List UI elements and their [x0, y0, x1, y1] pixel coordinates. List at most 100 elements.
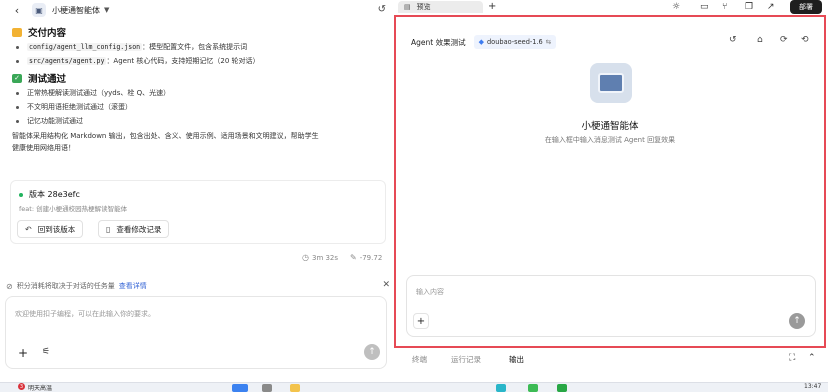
- list-item: 不文明用语拒绝测试通过（滚蛋）: [12, 100, 388, 114]
- duration-stat: ◷ 3m 32s: [302, 253, 338, 262]
- tab-run-log[interactable]: 运行记录: [451, 354, 481, 365]
- version-label: 版本 28e3efc: [29, 190, 80, 199]
- history-icon[interactable]: ↺: [729, 35, 737, 45]
- rollback-button[interactable]: ↶ 回到该版本: [17, 220, 84, 238]
- agent-display-name: 小梗通智能体: [581, 121, 639, 132]
- summary-line: 智能体采用结构化 Markdown 输出，包含出处、含义、使用示例、适用场景和文…: [12, 132, 319, 140]
- add-attachment-icon[interactable]: +: [18, 346, 28, 360]
- bullet-icon: [16, 45, 19, 49]
- inline-code: src/agents/agent.py: [27, 57, 107, 65]
- agent-test-frame: Agent 效果测试 ◆ doubao-seed-1.6 ⇆ ↺ ⌂ ⟳ ⟲ 小…: [394, 15, 826, 348]
- summary-line: 健康使用网络用语！: [12, 144, 75, 152]
- expand-icon[interactable]: ⛶: [789, 353, 795, 363]
- undo-icon: ↶: [25, 224, 32, 234]
- chat-input-placeholder[interactable]: 欢迎使用扣子编程，可以在此输入你的要求。: [15, 309, 155, 319]
- model-name: doubao-seed-1.6: [486, 38, 543, 46]
- folder-outline-icon[interactable]: ▭: [700, 2, 709, 12]
- preview-panel: ▤ 预览 + ☼ ▭ ⑂ ❐ ↗ 部署 Agent 效果测试 ◆ doubao-…: [392, 0, 828, 382]
- bullet-icon: [16, 105, 19, 109]
- reset-icon[interactable]: ⟲: [801, 35, 809, 45]
- chat-panel: ‹ ▣ 小梗通智能体 ▼ ↺ 交付内容 config/agent_llm_con…: [0, 0, 392, 382]
- agent-test-header: Agent 效果测试 ◆ doubao-seed-1.6 ⇆: [411, 35, 557, 49]
- rollback-button-label: 回到该版本: [37, 224, 76, 234]
- search-icon[interactable]: [262, 384, 272, 392]
- document-icon: ▯: [106, 224, 111, 234]
- version-card: 版本 28e3efc feat: 创建小梗通校园热梗解读智能体 ↶ 回到该版本 …: [10, 180, 386, 244]
- test-input-box[interactable]: 输入内容 + ↑: [406, 275, 816, 337]
- section-heading-deliverables: 交付内容: [12, 24, 388, 40]
- preview-toolbar: ▤ 预览 + ☼ ▭ ⑂ ❐ ↗ 部署: [392, 0, 828, 14]
- back-arrow-icon[interactable]: ‹: [10, 4, 24, 17]
- coin-icon: ⊘: [6, 281, 13, 291]
- view-changes-button[interactable]: ▯ 查看修改记录: [98, 220, 170, 238]
- chevron-down-icon[interactable]: ▼: [104, 6, 109, 14]
- test-send-button[interactable]: ↑: [789, 313, 805, 329]
- list-item-text: 正常热梗解读测试通过（yyds、栓 Q、光速）: [27, 89, 171, 97]
- sun-icon[interactable]: ☼: [672, 2, 680, 12]
- message-content: 交付内容 config/agent_llm_config.json ：模型配置文…: [12, 24, 388, 154]
- summary-paragraph: 智能体采用结构化 Markdown 输出，包含出处、含义、使用示例、适用场景和文…: [12, 130, 382, 154]
- deploy-button[interactable]: 部署: [790, 0, 822, 14]
- list-item-text: ：模型配置文件，包含系统提示词: [142, 43, 248, 51]
- refresh-icon[interactable]: ⟳: [780, 35, 788, 45]
- tab-preview[interactable]: ▤ 预览: [398, 1, 483, 13]
- section-title: 测试通过: [28, 74, 67, 85]
- agent-description: 在输入框中输入消息测试 Agent 回复效果: [544, 136, 676, 144]
- app-icon[interactable]: [557, 384, 567, 392]
- duration-value: 3m 32s: [311, 253, 339, 262]
- settings-sliders-icon[interactable]: ⚟: [42, 347, 50, 357]
- agent-test-title: Agent 效果测试: [411, 37, 466, 47]
- section-heading-tests: ✓ 测试通过: [12, 70, 388, 86]
- weather-text[interactable]: 明天高温: [28, 383, 52, 392]
- bullet-icon: [16, 59, 19, 63]
- monitor-icon: [598, 73, 624, 93]
- model-selector[interactable]: ◆ doubao-seed-1.6 ⇆: [473, 35, 557, 49]
- external-link-icon[interactable]: ↗: [767, 2, 775, 12]
- weather-badge[interactable]: 3: [18, 383, 25, 390]
- list-item: src/agents/agent.py ：Agent 核心代码，支持短期记忆（2…: [12, 54, 388, 68]
- view-changes-label: 查看修改记录: [116, 224, 162, 234]
- bottom-tabs: 终端 运行记录 输出 ⛶ ⌃: [392, 351, 828, 367]
- os-taskbar: 3 明天高温 13:47: [0, 382, 828, 392]
- new-tab-icon[interactable]: +: [488, 1, 496, 12]
- test-input-placeholder[interactable]: 输入内容: [416, 287, 444, 297]
- chat-header: ‹ ▣ 小梗通智能体 ▼ ↺: [0, 0, 392, 20]
- list-item-text: ：Agent 核心代码，支持短期记忆（20 轮对话）: [106, 57, 260, 65]
- close-icon[interactable]: ✕: [382, 280, 390, 290]
- section-title: 交付内容: [28, 28, 67, 39]
- folder-icon: [12, 27, 22, 37]
- notice-details-link[interactable]: 查看详情: [119, 281, 147, 291]
- collapse-icon[interactable]: ⌃: [808, 353, 816, 363]
- start-menu-icon[interactable]: [232, 384, 248, 392]
- tab-output[interactable]: 输出: [509, 354, 524, 365]
- list-item-text: 记忆功能测试通过: [27, 117, 83, 125]
- notice-text: 积分消耗将取决于对话的任务量: [16, 282, 115, 290]
- branch-icon[interactable]: ⑂: [722, 2, 727, 12]
- list-item-text: 不文明用语拒绝测试通过（滚蛋）: [27, 103, 132, 111]
- bullet-icon: [16, 119, 19, 123]
- copy-icon[interactable]: ❐: [745, 2, 753, 12]
- history-icon[interactable]: ↺: [378, 4, 386, 15]
- agent-name[interactable]: 小梗通智能体: [52, 5, 100, 16]
- wechat-icon[interactable]: [528, 384, 538, 392]
- credits-stat: ✎ -79.72: [350, 253, 382, 262]
- chat-input-box[interactable]: 欢迎使用扣子编程，可以在此输入你的要求。 + ⚟ ↑: [5, 296, 387, 369]
- app-window: ‹ ▣ 小梗通智能体 ▼ ↺ 交付内容 config/agent_llm_con…: [0, 0, 828, 392]
- version-title: 版本 28e3efc: [19, 189, 80, 200]
- list-item: config/agent_llm_config.json ：模型配置文件，包含系…: [12, 40, 388, 54]
- credits-value: -79.72: [359, 253, 383, 262]
- send-button[interactable]: ↑: [364, 344, 380, 360]
- file-explorer-icon[interactable]: [290, 384, 300, 392]
- add-button[interactable]: +: [413, 313, 429, 329]
- app-icon[interactable]: [496, 384, 506, 392]
- credits-notice: ⊘ 积分消耗将取决于对话的任务量 查看详情 ✕: [6, 279, 392, 293]
- clear-icon[interactable]: ⌂: [757, 35, 763, 45]
- list-item: 记忆功能测试通过: [12, 114, 388, 128]
- tab-terminal[interactable]: 终端: [412, 354, 427, 365]
- system-clock[interactable]: 13:47: [804, 383, 821, 390]
- swap-icon: ⇆: [545, 38, 552, 46]
- list-item: 正常热梗解读测试通过（yyds、栓 Q、光速）: [12, 86, 388, 100]
- agent-chip-icon: ▣: [32, 3, 46, 17]
- version-commit-message: feat: 创建小梗通校园热梗解读智能体: [19, 205, 128, 213]
- agent-avatar: [590, 63, 632, 103]
